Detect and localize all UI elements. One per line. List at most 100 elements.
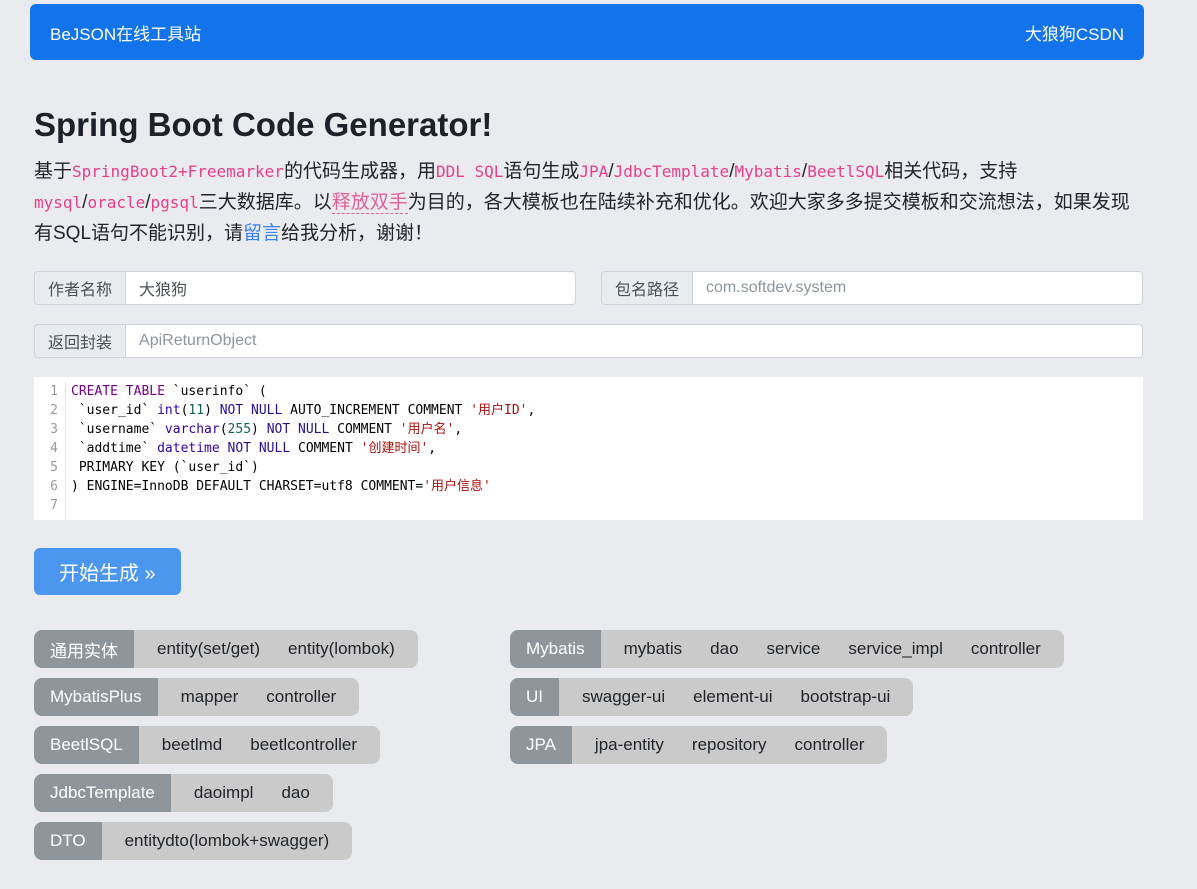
line-number: 1 bbox=[34, 382, 58, 401]
form-row-2: 返回封装 bbox=[34, 324, 1143, 358]
tag-group: JdbcTemplatedaoimpldao bbox=[34, 774, 333, 812]
author-input[interactable] bbox=[125, 271, 576, 305]
code-token: COMMENT bbox=[329, 422, 399, 437]
code-token: `username` bbox=[71, 422, 165, 437]
tag-item[interactable]: beetlcontroller bbox=[236, 726, 371, 764]
code-token: , bbox=[428, 441, 436, 456]
tag-group-label: UI bbox=[510, 678, 559, 716]
sql-editor: 1234567 CREATE TABLE `userinfo` ( `user_… bbox=[34, 377, 1143, 520]
code-line: CREATE TABLE `userinfo` ( bbox=[71, 382, 1143, 401]
tag-items: jpa-entityrepositorycontroller bbox=[572, 726, 888, 764]
tag-item[interactable]: daoimpl bbox=[180, 774, 268, 812]
code-token: '用户信息' bbox=[423, 479, 491, 494]
tag-item[interactable]: jpa-entity bbox=[581, 726, 678, 764]
tag-group-label: 通用实体 bbox=[34, 630, 134, 668]
generate-button[interactable]: 开始生成 » bbox=[34, 548, 181, 595]
tag-group-label: MybatisPlus bbox=[34, 678, 158, 716]
intro-text: 三大数据库。以 bbox=[199, 192, 332, 213]
intro-text: 的代码生成器，用 bbox=[284, 161, 436, 182]
tag-item[interactable]: beetlmd bbox=[148, 726, 236, 764]
code-line bbox=[71, 496, 1143, 515]
line-number: 3 bbox=[34, 420, 58, 439]
tag-group: UIswagger-uielement-uibootstrap-ui bbox=[510, 678, 913, 716]
code-line: `username` varchar(255) NOT NULL COMMENT… bbox=[71, 420, 1143, 439]
free-hands-link[interactable]: 释放双手 bbox=[332, 192, 408, 214]
tag-items: mybatisdaoserviceservice_implcontroller bbox=[601, 630, 1064, 668]
wrapper-label: 返回封装 bbox=[34, 324, 125, 358]
tag-item[interactable]: mybatis bbox=[610, 630, 697, 668]
tag-item[interactable]: controller bbox=[252, 678, 350, 716]
package-input[interactable] bbox=[692, 271, 1143, 305]
tag-group: Mybatismybatisdaoserviceservice_implcont… bbox=[510, 630, 1064, 668]
tag-column-right: Mybatismybatisdaoserviceservice_implcont… bbox=[510, 630, 1143, 774]
tag-item[interactable]: entitydto(lombok+swagger) bbox=[111, 822, 344, 860]
tag-item[interactable]: entity(set/get) bbox=[143, 630, 274, 668]
sql-code-area[interactable]: CREATE TABLE `userinfo` ( `user_id` int(… bbox=[66, 382, 1143, 520]
tag-group-label: BeetlSQL bbox=[34, 726, 139, 764]
code-line: `user_id` int(11) NOT NULL AUTO_INCREMEN… bbox=[71, 401, 1143, 420]
tag-items: daoimpldao bbox=[171, 774, 333, 812]
tag-items: entity(set/get)entity(lombok) bbox=[134, 630, 418, 668]
tag-item[interactable]: dao bbox=[696, 630, 752, 668]
code-token: , bbox=[454, 422, 462, 437]
main-content: Spring Boot Code Generator! 基于SpringBoot… bbox=[34, 60, 1143, 870]
inline-code: oracle bbox=[87, 193, 145, 212]
author-label: 作者名称 bbox=[34, 271, 125, 305]
code-token: CREATE TABLE bbox=[71, 384, 165, 399]
code-line: PRIMARY KEY (`user_id`) bbox=[71, 458, 1143, 477]
line-number: 7 bbox=[34, 496, 58, 515]
tag-item[interactable]: controller bbox=[957, 630, 1055, 668]
intro-text: 基于 bbox=[34, 161, 72, 182]
tag-item[interactable]: mapper bbox=[167, 678, 253, 716]
tag-group-label: DTO bbox=[34, 822, 102, 860]
code-token: `userinfo` ( bbox=[165, 384, 267, 399]
tag-item[interactable]: element-ui bbox=[679, 678, 786, 716]
tag-group-label: Mybatis bbox=[510, 630, 601, 668]
code-line: ) ENGINE=InnoDB DEFAULT CHARSET=utf8 COM… bbox=[71, 477, 1143, 496]
code-token: NOT NULL bbox=[228, 441, 291, 456]
inline-code: JPA bbox=[579, 162, 608, 181]
tag-item[interactable]: controller bbox=[781, 726, 879, 764]
csdn-link[interactable]: 大狼狗CSDN bbox=[1025, 20, 1124, 45]
inline-code: SpringBoot2+Freemarker bbox=[72, 162, 284, 181]
tag-group: BeetlSQLbeetlmdbeetlcontroller bbox=[34, 726, 380, 764]
tag-items: swagger-uielement-uibootstrap-ui bbox=[559, 678, 913, 716]
tag-item[interactable]: service_impl bbox=[834, 630, 956, 668]
editor-gutter: 1234567 bbox=[34, 382, 66, 520]
intro-text: 给我分析，谢谢！ bbox=[281, 223, 433, 244]
code-token: , bbox=[528, 403, 536, 418]
code-token: ) bbox=[251, 422, 267, 437]
code-token: '用户ID' bbox=[470, 403, 527, 418]
inline-code: mysql bbox=[34, 193, 82, 212]
tag-item[interactable]: service bbox=[753, 630, 835, 668]
author-input-group: 作者名称 bbox=[34, 271, 576, 305]
tag-group: JPAjpa-entityrepositorycontroller bbox=[510, 726, 887, 764]
template-tag-area: 通用实体entity(set/get)entity(lombok) Mybatis… bbox=[34, 630, 1143, 870]
tag-item[interactable]: bootstrap-ui bbox=[787, 678, 905, 716]
page-title: Spring Boot Code Generator! bbox=[34, 106, 1143, 144]
code-token: PRIMARY KEY (`user_id`) bbox=[71, 460, 259, 475]
brand-link[interactable]: BeJSON在线工具站 bbox=[50, 20, 201, 45]
tag-items: mappercontroller bbox=[158, 678, 360, 716]
inline-code: pgsql bbox=[151, 193, 199, 212]
tag-item[interactable]: swagger-ui bbox=[568, 678, 679, 716]
code-token: ) ENGINE=InnoDB DEFAULT CHARSET=utf8 COM… bbox=[71, 479, 423, 494]
tag-column-left: 通用实体entity(set/get)entity(lombok) Mybatis… bbox=[34, 630, 510, 870]
wrapper-input[interactable] bbox=[125, 324, 1143, 358]
message-link[interactable]: 留言 bbox=[243, 223, 281, 244]
package-label: 包名路径 bbox=[601, 271, 692, 305]
line-number: 5 bbox=[34, 458, 58, 477]
code-token: 11 bbox=[188, 403, 204, 418]
intro-text: 语句生成 bbox=[503, 161, 579, 182]
inline-code: BeetlSQL bbox=[807, 162, 884, 181]
tag-group-label: JdbcTemplate bbox=[34, 774, 171, 812]
code-token: int bbox=[157, 403, 180, 418]
tag-item[interactable]: repository bbox=[678, 726, 781, 764]
tag-item[interactable]: entity(lombok) bbox=[274, 630, 409, 668]
code-token: 255 bbox=[228, 422, 251, 437]
intro-text: 相关代码，支持 bbox=[884, 161, 1017, 182]
tag-item[interactable]: dao bbox=[267, 774, 323, 812]
inline-code: Mybatis bbox=[734, 162, 801, 181]
tag-group: MybatisPlusmappercontroller bbox=[34, 678, 359, 716]
code-token: `addtime` bbox=[71, 441, 157, 456]
